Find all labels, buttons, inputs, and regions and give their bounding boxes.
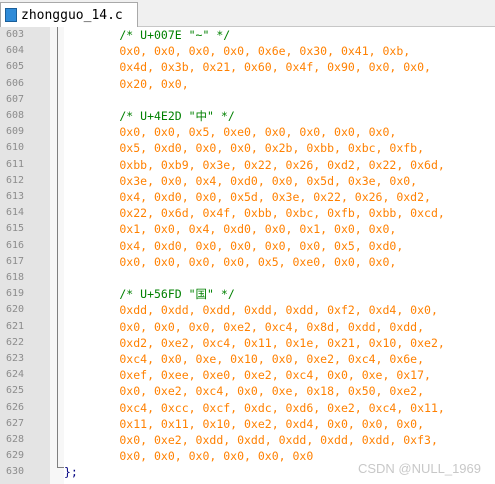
file-tab[interactable]: zhongguo_14.c — [0, 2, 138, 27]
hex-values: 0xbb, 0xb9, 0x3e, 0x22, 0x26, 0xd2, 0x22… — [64, 157, 445, 172]
code-comment: /* U+4E2D "中" */ — [64, 109, 235, 123]
hex-values: 0xd2, 0xe2, 0xc4, 0x11, 0x1e, 0x21, 0x10… — [64, 335, 445, 350]
hex-values: 0x20, 0x0, — [64, 76, 189, 91]
line-number: 607 — [5, 93, 24, 105]
code-line: 628 0x0, 0xe2, 0xdd, 0xdd, 0xdd, 0xdd, 0… — [0, 432, 495, 448]
hex-values: 0x4, 0xd0, 0x0, 0x0, 0x0, 0x0, 0x5, 0xd0… — [64, 238, 404, 253]
code-line: 609 0x0, 0x0, 0x5, 0xe0, 0x0, 0x0, 0x0, … — [0, 124, 495, 140]
line-number: 625 — [5, 385, 24, 397]
line-number: 603 — [5, 29, 24, 40]
code-line: 619 /* U+56FD "国" */ — [0, 286, 495, 302]
code-text: }; — [64, 465, 78, 480]
hex-values: 0x0, 0x0, 0x0, 0x0, 0x0, 0x0 — [64, 449, 314, 464]
code-line: 617 0x0, 0x0, 0x0, 0x0, 0x5, 0xe0, 0x0, … — [0, 254, 495, 270]
line-number: 610 — [5, 142, 24, 154]
line-number: 623 — [5, 353, 24, 364]
line-number: 606 — [5, 77, 24, 89]
line-number: 619 — [5, 288, 24, 300]
code-line: 610 0x5, 0xd0, 0x0, 0x0, 0x2b, 0xbb, 0xb… — [0, 140, 495, 156]
hex-values: 0xc4, 0xcc, 0xcf, 0xdc, 0xd6, 0xe2, 0xc4… — [64, 400, 445, 415]
code-line: 607 — [0, 92, 495, 108]
hex-values: 0x0, 0x0, 0x5, 0xe0, 0x0, 0x0, 0x0, 0x0, — [64, 125, 397, 140]
line-number: 611 — [5, 158, 24, 170]
line-number: 628 — [5, 434, 24, 445]
line-number: 604 — [5, 45, 24, 57]
hex-values: 0x0, 0x0, 0x0, 0x0, 0x5, 0xe0, 0x0, 0x0, — [64, 254, 397, 269]
line-number: 620 — [5, 304, 24, 316]
line-number: 618 — [5, 272, 24, 283]
code-line: 624 0xef, 0xee, 0xe0, 0xe2, 0xc4, 0x0, 0… — [0, 367, 495, 383]
line-number: 614 — [5, 207, 24, 219]
line-number: 621 — [5, 320, 24, 332]
code-line: 622 0xd2, 0xe2, 0xc4, 0x11, 0x1e, 0x21, … — [0, 335, 495, 351]
code-comment: /* U+56FD "国" */ — [64, 287, 235, 302]
line-number: 624 — [5, 369, 24, 381]
line-number: 617 — [5, 255, 24, 267]
code-line: 605 0x4d, 0x3b, 0x21, 0x60, 0x4f, 0x90, … — [0, 59, 495, 75]
line-number: 616 — [5, 239, 24, 251]
code-line: 620 0xdd, 0xdd, 0xdd, 0xdd, 0xdd, 0xf2, … — [0, 302, 495, 318]
hex-values: 0x0, 0xe2, 0xc4, 0x0, 0xe, 0x18, 0x50, 0… — [64, 384, 425, 399]
code-line: 615 0x1, 0x0, 0x4, 0xd0, 0x0, 0x1, 0x0, … — [0, 221, 495, 237]
code-line: 608 /* U+4E2D "中" */ — [0, 108, 495, 124]
code-line: 606 0x20, 0x0, — [0, 76, 495, 92]
line-number: 630 — [5, 466, 24, 478]
hex-values: 0xdd, 0xdd, 0xdd, 0xdd, 0xdd, 0xf2, 0xd4… — [64, 303, 438, 318]
line-number: 615 — [5, 223, 24, 235]
code-line: 603 /* U+007E "~" */ — [0, 27, 495, 43]
hex-values: 0x4d, 0x3b, 0x21, 0x60, 0x4f, 0x90, 0x0,… — [64, 60, 431, 75]
hex-values: 0xef, 0xee, 0xe0, 0xe2, 0xc4, 0x0, 0xe, … — [64, 368, 431, 383]
code-line: 613 0x4, 0xd0, 0x0, 0x5d, 0x3e, 0x22, 0x… — [0, 189, 495, 205]
hex-values: 0x3e, 0x0, 0x4, 0xd0, 0x0, 0x5d, 0x3e, 0… — [64, 173, 418, 188]
line-number: 622 — [5, 336, 24, 348]
watermark-text: CSDN @NULL_1969 — [357, 461, 481, 476]
code-line: 616 0x4, 0xd0, 0x0, 0x0, 0x0, 0x0, 0x5, … — [0, 238, 495, 254]
line-number: 613 — [5, 191, 24, 202]
code-line: 621 0x0, 0x0, 0x0, 0xe2, 0xc4, 0x8d, 0xd… — [0, 319, 495, 335]
hex-values: 0x11, 0x11, 0x10, 0xe2, 0xd4, 0x0, 0x0, … — [64, 416, 425, 431]
hex-values: 0x1, 0x0, 0x4, 0xd0, 0x0, 0x1, 0x0, 0x0, — [64, 222, 397, 237]
hex-values: 0x0, 0xe2, 0xdd, 0xdd, 0xdd, 0xdd, 0xdd,… — [64, 433, 438, 447]
code-line: 626 0xc4, 0xcc, 0xcf, 0xdc, 0xd6, 0xe2, … — [0, 400, 495, 416]
code-line: 611 0xbb, 0xb9, 0x3e, 0x22, 0x26, 0xd2, … — [0, 157, 495, 173]
hex-values: 0x22, 0x6d, 0x4f, 0xbb, 0xbc, 0xfb, 0xbb… — [64, 206, 445, 221]
code-line: 614 0x22, 0x6d, 0x4f, 0xbb, 0xbc, 0xfb, … — [0, 205, 495, 221]
line-number: 609 — [5, 126, 24, 138]
hex-values: 0x4, 0xd0, 0x0, 0x5d, 0x3e, 0x22, 0x26, … — [64, 190, 431, 204]
line-number: 608 — [5, 110, 24, 121]
line-number: 626 — [5, 401, 24, 413]
code-line: 625 0x0, 0xe2, 0xc4, 0x0, 0xe, 0x18, 0x5… — [0, 383, 495, 399]
code-line: 627 0x11, 0x11, 0x10, 0xe2, 0xd4, 0x0, 0… — [0, 416, 495, 432]
hex-values: 0x5, 0xd0, 0x0, 0x0, 0x2b, 0xbb, 0xbc, 0… — [64, 141, 425, 156]
code-line: 623 0xc4, 0x0, 0xe, 0x10, 0x0, 0xe2, 0xc… — [0, 351, 495, 367]
code-line: 618 — [0, 270, 495, 286]
line-number: 612 — [5, 174, 24, 186]
line-number: 629 — [5, 450, 24, 462]
code-line: 604 0x0, 0x0, 0x0, 0x0, 0x6e, 0x30, 0x41… — [0, 43, 495, 59]
code-comment: /* U+007E "~" */ — [64, 28, 231, 42]
tab-bar: zhongguo_14.c — [0, 0, 495, 27]
code-editor[interactable]: 603 /* U+007E "~" */604 0x0, 0x0, 0x0, 0… — [0, 27, 495, 484]
line-number: 627 — [5, 417, 24, 429]
c-file-icon — [5, 8, 17, 22]
file-tab-label: zhongguo_14.c — [21, 7, 123, 23]
hex-values: 0xc4, 0x0, 0xe, 0x10, 0x0, 0xe2, 0xc4, 0… — [64, 352, 425, 366]
line-number: 605 — [5, 61, 24, 73]
hex-values: 0x0, 0x0, 0x0, 0x0, 0x6e, 0x30, 0x41, 0x… — [64, 44, 411, 59]
hex-values: 0x0, 0x0, 0x0, 0xe2, 0xc4, 0x8d, 0xdd, 0… — [64, 319, 425, 334]
code-line: 612 0x3e, 0x0, 0x4, 0xd0, 0x0, 0x5d, 0x3… — [0, 173, 495, 189]
